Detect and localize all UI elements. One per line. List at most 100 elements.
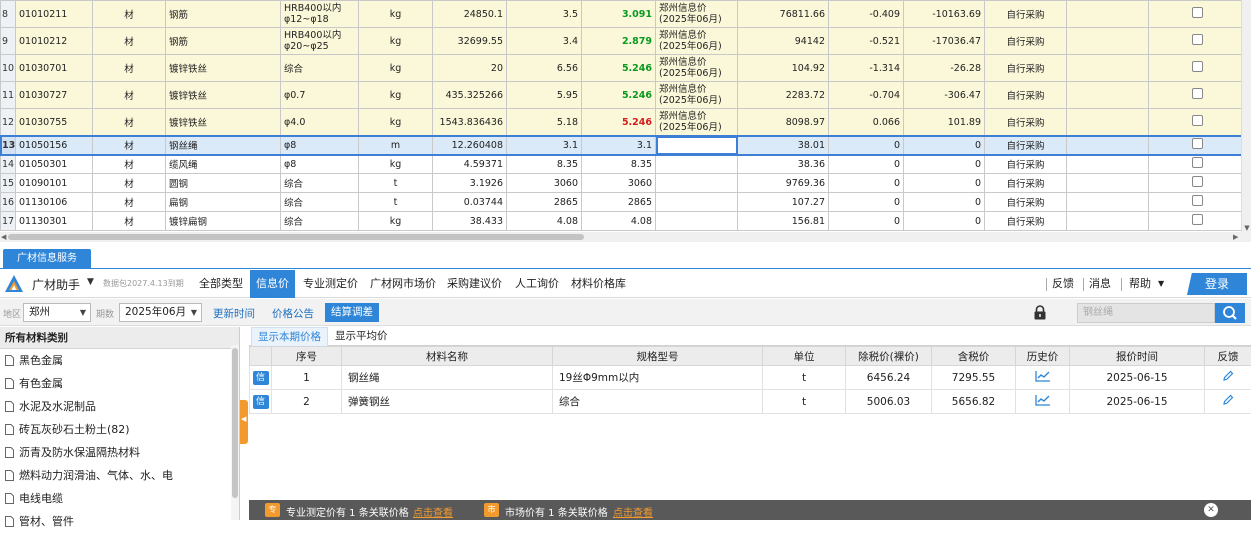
blank-cell[interactable] [1067, 174, 1149, 193]
blank-cell[interactable] [1067, 212, 1149, 231]
material-spec[interactable]: 综合 [281, 174, 359, 193]
result-material-name[interactable]: 钢丝绳 [342, 366, 553, 390]
material-quantity[interactable]: 3.1926 [433, 174, 507, 193]
blank-cell[interactable] [1067, 136, 1149, 155]
price-source[interactable]: 郑州信息价(2025年06月) [656, 109, 738, 136]
material-quantity[interactable]: 4.59371 [433, 155, 507, 174]
price-difference[interactable]: -1.314 [829, 55, 904, 82]
checkbox-cell[interactable] [1149, 28, 1242, 55]
material-kind[interactable]: 材 [93, 193, 166, 212]
material-unit[interactable]: m [359, 136, 433, 155]
material-spec[interactable]: φ8 [281, 136, 359, 155]
supply-mode[interactable]: 自行采购 [985, 136, 1067, 155]
budget-price[interactable]: 8.35 [507, 155, 582, 174]
budget-price[interactable]: 5.95 [507, 82, 582, 109]
material-quantity[interactable]: 0.03744 [433, 193, 507, 212]
blank-cell[interactable] [1067, 28, 1149, 55]
edit-pencil-icon[interactable] [1222, 394, 1234, 406]
supply-mode[interactable]: 自行采购 [985, 55, 1067, 82]
result-price-no-tax[interactable]: 5006.03 [846, 390, 932, 414]
search-button[interactable] [1215, 303, 1245, 323]
budget-price[interactable]: 3.1 [507, 136, 582, 155]
material-unit[interactable]: t [359, 193, 433, 212]
checkbox-cell[interactable] [1149, 109, 1242, 136]
row-number[interactable]: 13 [1, 136, 16, 155]
material-quantity[interactable]: 32699.55 [433, 28, 507, 55]
material-spec[interactable]: 综合 [281, 193, 359, 212]
checkbox-cell[interactable] [1149, 193, 1242, 212]
message-link[interactable]: 消息 [1089, 270, 1111, 298]
material-name[interactable]: 镀锌铁丝 [166, 82, 281, 109]
result-material-name[interactable]: 弹簧钢丝 [342, 390, 553, 414]
amount-difference[interactable]: -10163.69 [904, 1, 985, 28]
material-kind[interactable]: 材 [93, 28, 166, 55]
category-item[interactable]: 有色金属 [0, 372, 239, 395]
market-price[interactable]: 3.091 [582, 1, 656, 28]
category-item[interactable]: 燃料动力润滑油、气体、水、电 [0, 464, 239, 487]
price-difference[interactable]: 0 [829, 193, 904, 212]
material-spec[interactable]: HRB400以内 φ20~φ25 [281, 28, 359, 55]
help-dropdown-icon[interactable]: ▼ [1158, 270, 1164, 298]
update-time-link[interactable]: 更新时间 [213, 306, 255, 321]
brand-name[interactable]: 广材助手 [32, 276, 80, 293]
header-unit[interactable]: 单位 [763, 347, 846, 366]
checkbox-cell[interactable] [1149, 136, 1242, 155]
header-spec[interactable]: 规格型号 [553, 347, 763, 366]
market-amount[interactable]: 2283.72 [738, 82, 829, 109]
checkbox-cell[interactable] [1149, 82, 1242, 109]
material-spec[interactable]: HRB400以内 φ12~φ18 [281, 1, 359, 28]
tab-current-period-price[interactable]: 显示本期价格 [251, 327, 328, 346]
checkbox-cell[interactable] [1149, 1, 1242, 28]
budget-price[interactable]: 3060 [507, 174, 582, 193]
tab-average-price[interactable]: 显示平均价 [329, 327, 394, 346]
material-code[interactable]: 01050301 [16, 155, 93, 174]
market-price[interactable]: 5.246 [582, 55, 656, 82]
result-row[interactable]: 信1钢丝绳19丝Φ9mm以内t6456.247295.552025-06-15 [250, 366, 1251, 390]
material-spec[interactable]: φ0.7 [281, 82, 359, 109]
scroll-right-arrow-icon[interactable]: ▶ [1233, 232, 1238, 242]
material-spec[interactable]: 综合 [281, 55, 359, 82]
checkbox-cell[interactable] [1149, 174, 1242, 193]
market-price[interactable]: 3060 [582, 174, 656, 193]
price-difference[interactable]: -0.521 [829, 28, 904, 55]
row-number[interactable]: 11 [1, 82, 16, 109]
grid-horizontal-scrollbar[interactable]: ◀ ▶ [0, 232, 1251, 242]
supply-mode[interactable]: 自行采购 [985, 1, 1067, 28]
supply-mode[interactable]: 自行采购 [985, 212, 1067, 231]
row-checkbox[interactable] [1192, 61, 1203, 72]
supply-mode[interactable]: 自行采购 [985, 28, 1067, 55]
material-row[interactable]: 801010211材钢筋HRB400以内 φ12~φ18kg24850.13.5… [1, 1, 1242, 28]
material-kind[interactable]: 材 [93, 1, 166, 28]
amount-difference[interactable]: -306.47 [904, 82, 985, 109]
budget-price[interactable]: 5.18 [507, 109, 582, 136]
market-price[interactable]: 3.1 [582, 136, 656, 155]
market-price[interactable]: 2.879 [582, 28, 656, 55]
price-source[interactable] [656, 193, 738, 212]
material-quantity[interactable]: 1543.836436 [433, 109, 507, 136]
supply-mode[interactable]: 自行采购 [985, 82, 1067, 109]
material-kind[interactable]: 材 [93, 55, 166, 82]
material-row[interactable]: 1701130301材镀锌扁钢综合kg38.4334.084.08156.810… [1, 212, 1242, 231]
price-source[interactable]: 郑州信息价(2025年06月) [656, 82, 738, 109]
price-source[interactable] [656, 174, 738, 193]
market-amount[interactable]: 156.81 [738, 212, 829, 231]
material-name[interactable]: 钢筋 [166, 28, 281, 55]
price-source[interactable]: 郑州信息价(2025年06月) [656, 55, 738, 82]
amount-difference[interactable]: -17036.47 [904, 28, 985, 55]
tab-market-price[interactable]: 广材网市场价 [364, 270, 442, 298]
material-name[interactable]: 镀锌扁钢 [166, 212, 281, 231]
price-difference[interactable]: -0.409 [829, 1, 904, 28]
material-unit[interactable]: kg [359, 28, 433, 55]
category-scrollbar[interactable] [231, 345, 239, 520]
trend-chart-icon[interactable] [1035, 394, 1051, 406]
material-code[interactable]: 01030701 [16, 55, 93, 82]
blank-cell[interactable] [1067, 1, 1149, 28]
market-amount[interactable]: 94142 [738, 28, 829, 55]
material-quantity[interactable]: 20 [433, 55, 507, 82]
checkbox-cell[interactable] [1149, 155, 1242, 174]
material-code[interactable]: 01050156 [16, 136, 93, 155]
row-checkbox[interactable] [1192, 214, 1203, 225]
login-button[interactable]: 登录 [1187, 273, 1247, 295]
row-checkbox[interactable] [1192, 7, 1203, 18]
header-quote-time[interactable]: 报价时间 [1070, 347, 1205, 366]
